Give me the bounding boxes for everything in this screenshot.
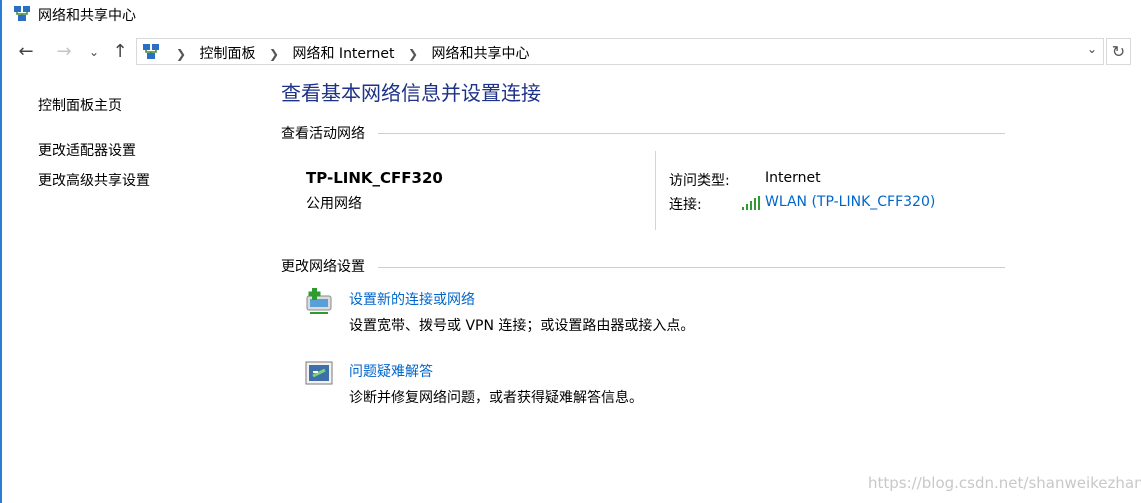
arrow-right-icon: → (56, 41, 72, 62)
breadcrumb-network-sharing-center[interactable]: 网络和共享中心 (432, 43, 530, 63)
watermark: https://blog.csdn.net/shanweikezhang (868, 474, 1141, 492)
setup-connection-link[interactable]: 设置新的连接或网络 (349, 289, 475, 309)
active-networks-heading: 查看活动网络 (281, 126, 365, 142)
wifi-signal-icon (742, 196, 760, 210)
network-divider (655, 151, 656, 230)
sidebar-item-advanced-sharing-settings[interactable]: 更改高级共享设置 (38, 170, 150, 190)
up-button[interactable]: ↑ (108, 40, 132, 64)
network-center-icon (14, 6, 30, 21)
address-dropdown-icon[interactable]: ⌄ (1087, 42, 1097, 56)
connection-label: 连接: (669, 197, 702, 213)
arrow-left-icon: ← (18, 41, 34, 62)
breadcrumb-control-panel[interactable]: 控制面板 (200, 43, 256, 63)
forward-button[interactable]: → (52, 40, 76, 64)
window-border (0, 0, 2, 503)
chevron-right-icon[interactable]: ❯ (176, 47, 186, 61)
new-connection-icon (306, 288, 332, 314)
recent-locations-button[interactable]: ⌄ (82, 40, 106, 64)
breadcrumb: ❯ 控制面板 ❯ 网络和 Internet ❯ 网络和共享中心 (167, 43, 530, 63)
chevron-right-icon[interactable]: ❯ (269, 47, 279, 61)
refresh-icon: ↻ (1111, 42, 1126, 61)
title-bar: 网络和共享中心 (2, 0, 1141, 28)
sidebar-item-change-adapter-settings[interactable]: 更改适配器设置 (38, 140, 136, 160)
network-type-link[interactable]: 公用网络 (306, 193, 362, 213)
access-type-value: Internet (765, 170, 821, 186)
address-bar[interactable]: ❯ 控制面板 ❯ 网络和 Internet ❯ 网络和共享中心 ⌄ (136, 38, 1104, 65)
network-name: TP-LINK_CFF320 (306, 169, 443, 187)
wlan-connection-link[interactable]: WLAN (TP-LINK_CFF320) (765, 194, 935, 210)
back-button[interactable]: ← (14, 40, 38, 64)
network-center-icon (143, 44, 159, 59)
sidebar-item-control-panel-home[interactable]: 控制面板主页 (38, 95, 122, 115)
page-title: 查看基本网络信息并设置连接 (281, 81, 541, 105)
section-divider (378, 267, 1005, 268)
breadcrumb-network-internet[interactable]: 网络和 Internet (292, 43, 394, 63)
refresh-button[interactable]: ↻ (1106, 38, 1131, 65)
change-network-settings-heading: 更改网络设置 (281, 259, 365, 275)
chevron-right-icon[interactable]: ❯ (408, 47, 418, 61)
chevron-down-icon: ⌄ (88, 45, 100, 59)
troubleshoot-link[interactable]: 问题疑难解答 (349, 361, 433, 381)
troubleshoot-description: 诊断并修复网络问题，或者获得疑难解答信息。 (349, 390, 643, 406)
access-type-label: 访问类型: (669, 173, 730, 189)
setup-connection-description: 设置宽带、拨号或 VPN 连接；或设置路由器或接入点。 (349, 318, 695, 334)
section-divider (378, 133, 1005, 134)
window-title: 网络和共享中心 (38, 8, 136, 24)
arrow-up-icon: ↑ (112, 41, 128, 62)
troubleshoot-icon (305, 361, 333, 385)
